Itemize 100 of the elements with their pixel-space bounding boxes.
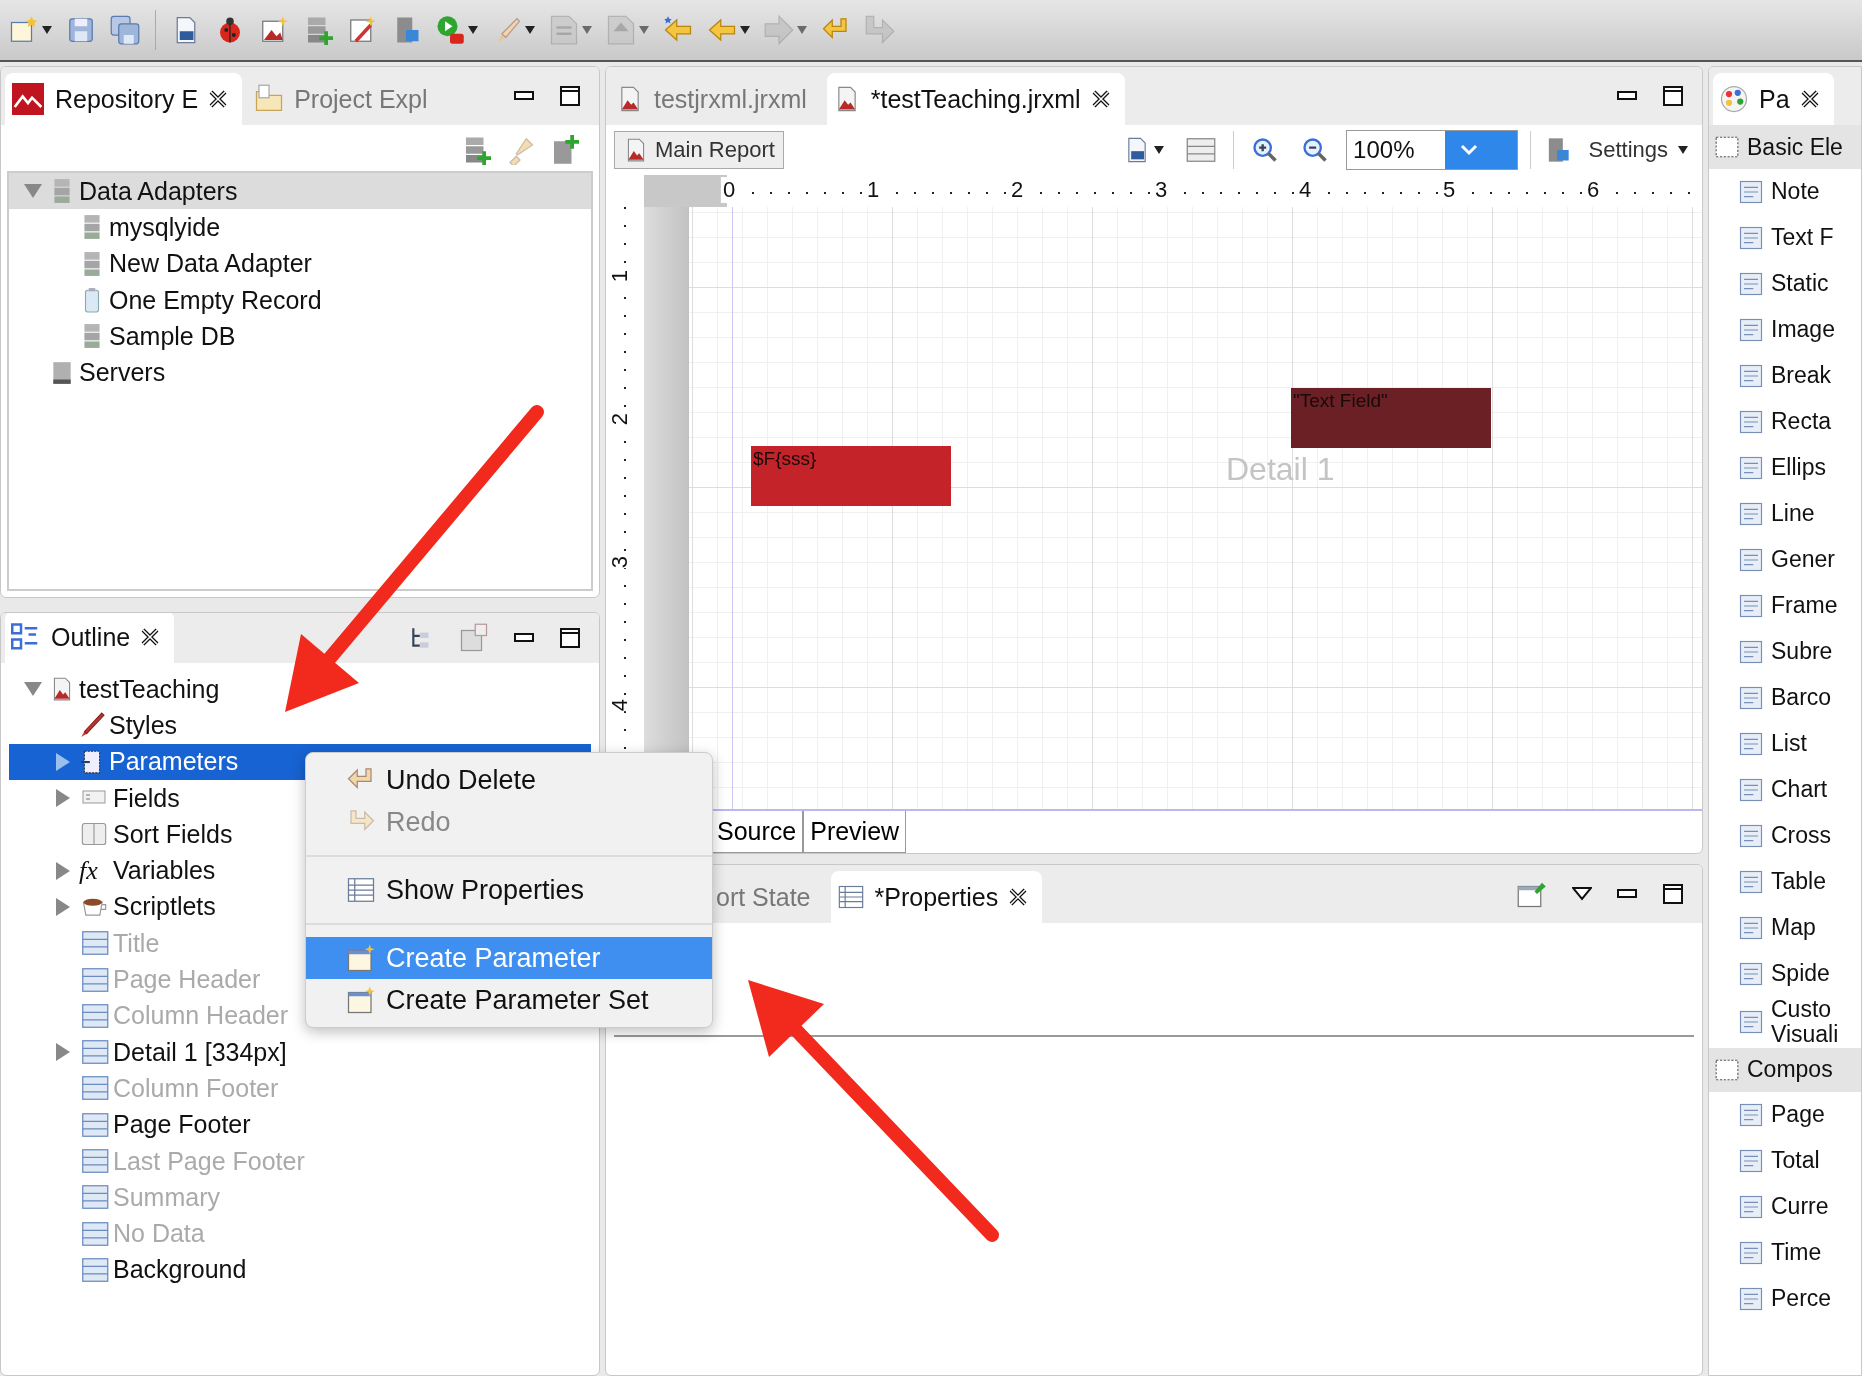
settings-dropdown[interactable]: Settings	[1582, 136, 1694, 164]
tree-item[interactable]: Detail 1 [334px]	[9, 1033, 591, 1071]
menu-item[interactable]: Create Parameter Set	[306, 979, 712, 1021]
ruler-label: 0	[720, 177, 738, 203]
expand-icon	[56, 752, 70, 771]
palette-item[interactable]: Curre	[1709, 1183, 1861, 1230]
palette-section[interactable]: Compos	[1709, 1047, 1861, 1092]
element-icon	[1737, 730, 1765, 758]
repository-icon	[11, 83, 45, 115]
element-icon	[1737, 316, 1765, 344]
tree-item[interactable]: mysqlyide	[9, 209, 591, 246]
new-window-icon	[346, 985, 376, 1015]
tree-item[interactable]: Servers	[9, 354, 591, 391]
run-icon	[435, 15, 465, 45]
element-icon	[1737, 776, 1765, 804]
document-icon	[606, 15, 636, 45]
palette-icon	[1719, 84, 1749, 114]
table-view-icon	[459, 623, 489, 653]
palette-item[interactable]: Time	[1709, 1229, 1861, 1276]
palette-item[interactable]: Recta	[1709, 399, 1861, 445]
palette-item[interactable]: Table	[1709, 859, 1861, 905]
palette-item[interactable]: Gener	[1709, 537, 1861, 583]
caret-icon	[740, 26, 750, 34]
palette-item[interactable]: Cross	[1709, 813, 1861, 859]
palette-item[interactable]: Ellips	[1709, 445, 1861, 491]
panel-tab[interactable]: testjrxml.jrxml	[610, 73, 821, 125]
minimize-icon	[513, 89, 535, 103]
maximize-icon	[559, 627, 581, 649]
maximize-icon	[559, 85, 581, 107]
palette-item[interactable]: Barco	[1709, 675, 1861, 721]
element-icon	[1737, 684, 1765, 712]
element-icon	[1737, 224, 1765, 252]
main-report-button[interactable]: Main Report	[614, 131, 784, 169]
folder-icon	[254, 84, 285, 114]
chevron-down-icon	[1459, 144, 1478, 156]
palette-item[interactable]: List	[1709, 721, 1861, 767]
palette-item[interactable]: Chart	[1709, 767, 1861, 813]
list-icon	[1186, 135, 1217, 165]
new-file-icon	[9, 15, 39, 45]
tree-item[interactable]: One Empty Record	[9, 281, 591, 319]
panel-tab[interactable]: Outline	[5, 613, 175, 663]
editor-tab[interactable]: Preview	[803, 811, 907, 853]
redo-icon	[865, 15, 895, 45]
element-icon	[1737, 270, 1765, 298]
tree-item[interactable]: Page Footer	[9, 1106, 591, 1143]
panel-tab[interactable]: *testTeaching.jrxml	[826, 73, 1125, 125]
element-icon	[1737, 454, 1765, 482]
editor-tab[interactable]: Source	[710, 811, 804, 853]
panel-tab[interactable]: *Properties	[830, 871, 1043, 923]
palette-item[interactable]: Static	[1709, 261, 1861, 307]
tree-item[interactable]: Styles	[9, 707, 591, 744]
palette-item[interactable]: Subre	[1709, 629, 1861, 675]
maximize-icon	[1662, 883, 1684, 905]
caret-icon	[639, 26, 649, 34]
palette-item[interactable]: Image	[1709, 307, 1861, 353]
palette-item[interactable]: Custo Visuali	[1709, 997, 1861, 1048]
palette-item[interactable]: Break	[1709, 353, 1861, 399]
caret-icon	[525, 26, 535, 34]
expand-icon	[56, 897, 70, 916]
panel-tab[interactable]: Pa	[1713, 73, 1834, 125]
palette-item[interactable]: Note	[1709, 169, 1861, 215]
element-icon	[1737, 178, 1765, 206]
expand-icon	[56, 789, 70, 808]
new-window-icon	[346, 943, 376, 973]
tree-item[interactable]: New Data Adapter	[9, 245, 591, 282]
tree-item[interactable]: testTeaching	[9, 671, 591, 708]
palette-item[interactable]: Spide	[1709, 951, 1861, 997]
caret-icon	[1154, 146, 1165, 154]
palette-item[interactable]: Perce	[1709, 1275, 1861, 1322]
palette-item[interactable]: Line	[1709, 491, 1861, 537]
band-icon	[79, 1146, 109, 1176]
element-icon	[1737, 500, 1765, 528]
palette-item[interactable]: Frame	[1709, 583, 1861, 629]
element-icon	[1737, 362, 1765, 390]
tree-item[interactable]: Data Adapters	[9, 173, 591, 210]
save-all-icon	[110, 15, 140, 45]
element-icon	[1737, 868, 1765, 896]
expand-icon	[56, 1043, 70, 1062]
zoom-combo[interactable]: 100%	[1346, 130, 1518, 170]
panel-tab[interactable]: Repository E	[5, 73, 243, 125]
fx-icon: fx	[79, 855, 109, 886]
palette-item[interactable]: Map	[1709, 905, 1861, 951]
panel-tab[interactable]: Project Expl	[248, 73, 442, 125]
palette-item[interactable]: Total	[1709, 1137, 1861, 1184]
tree-item[interactable]: Sample DB	[9, 318, 591, 355]
collapse-icon	[24, 184, 42, 199]
menu-item[interactable]: Show Properties	[306, 869, 712, 911]
palette-section[interactable]: Basic Ele	[1709, 125, 1861, 169]
palette-item[interactable]: Page	[1709, 1091, 1861, 1138]
element-icon	[1737, 822, 1765, 850]
caret-icon	[468, 26, 478, 34]
tree-item[interactable]: Background	[9, 1251, 591, 1289]
element-icon	[1737, 960, 1765, 988]
palette-item[interactable]: Text F	[1709, 215, 1861, 261]
table-icon	[836, 883, 865, 911]
caret-icon	[1678, 146, 1688, 154]
caret-icon	[797, 26, 807, 34]
image-icon	[259, 15, 289, 45]
panel-tab[interactable]: ort State	[710, 871, 825, 923]
minimize-icon	[513, 631, 535, 645]
